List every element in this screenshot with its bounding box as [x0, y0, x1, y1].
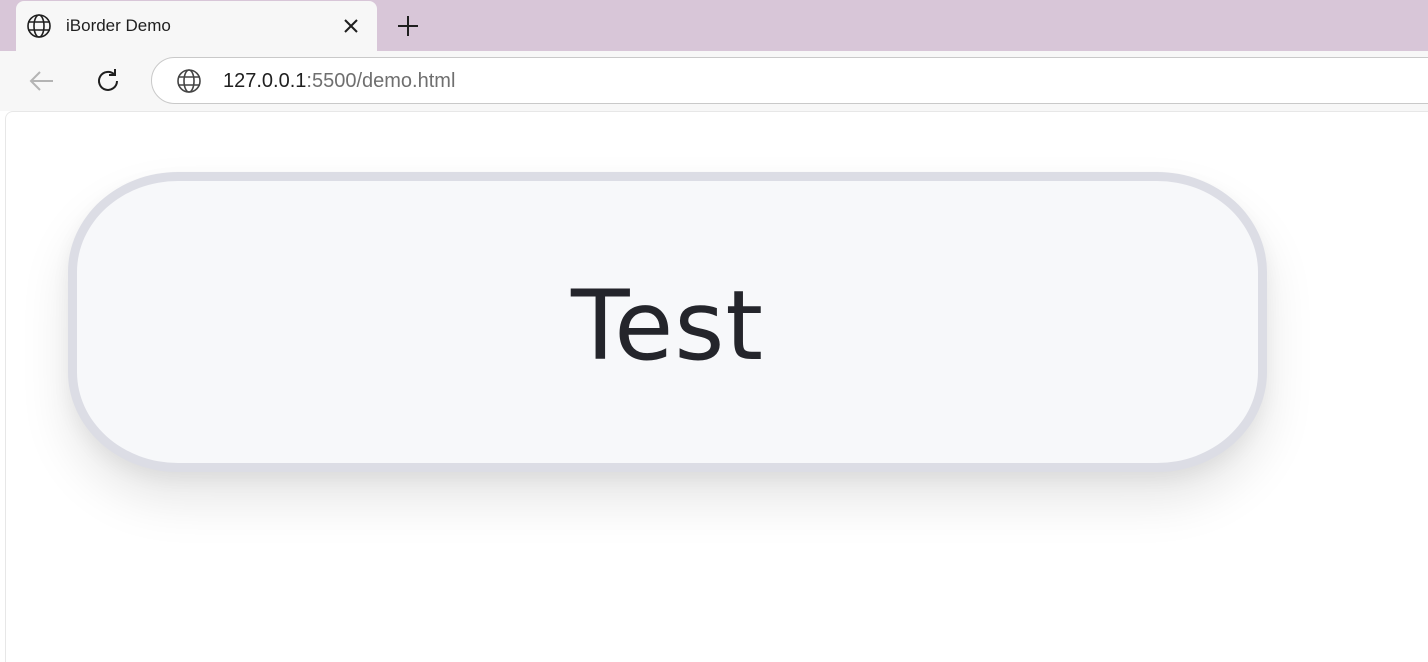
box-label: Test [570, 270, 765, 382]
url-text[interactable]: 127.0.0.1:5500/demo.html [223, 70, 455, 93]
browser-tab[interactable]: iBorder Demo [16, 1, 377, 51]
close-icon[interactable] [341, 16, 361, 36]
address-bar[interactable]: 127.0.0.1:5500/demo.html [151, 57, 1428, 104]
arrow-left-icon[interactable] [27, 66, 57, 96]
tab-title: iBorder Demo [66, 16, 171, 35]
browser-toolbar: 127.0.0.1:5500/demo.html [0, 51, 1428, 111]
reload-icon[interactable] [93, 66, 123, 96]
plus-icon[interactable] [395, 13, 421, 39]
url-path: :5500/demo.html [306, 70, 456, 92]
globe-icon[interactable] [176, 68, 202, 94]
page-viewport: Test [5, 111, 1428, 662]
globe-icon [27, 14, 51, 38]
bordered-box: Test [68, 172, 1267, 472]
url-host: 127.0.0.1 [223, 70, 307, 92]
tab-strip: iBorder Demo [0, 0, 1428, 51]
